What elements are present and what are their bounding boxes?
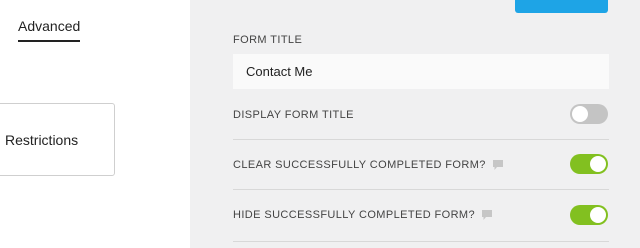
divider xyxy=(233,241,609,242)
divider xyxy=(233,139,609,140)
speech-bubble-icon[interactable] xyxy=(492,160,503,170)
divider xyxy=(233,189,609,190)
tab-advanced[interactable]: Advanced xyxy=(18,18,81,42)
hide-completed-form-text: HIDE SUCCESSFULLY COMPLETED FORM? xyxy=(233,209,476,221)
restrictions-button[interactable]: Restrictions xyxy=(0,103,115,176)
settings-panel: FORM TITLE DISPLAY FORM TITLE CLEAR SUCC… xyxy=(190,0,640,248)
restrictions-label: Restrictions xyxy=(5,131,79,148)
clear-completed-form-text: CLEAR SUCCESSFULLY COMPLETED FORM? xyxy=(233,159,486,171)
speech-bubble-icon[interactable] xyxy=(482,210,493,220)
clear-completed-form-toggle[interactable] xyxy=(570,154,608,174)
hide-completed-form-label: HIDE SUCCESSFULLY COMPLETED FORM? xyxy=(233,209,493,221)
clear-completed-form-label: CLEAR SUCCESSFULLY COMPLETED FORM? xyxy=(233,159,503,171)
toggle-knob xyxy=(590,156,606,172)
display-form-title-text: DISPLAY FORM TITLE xyxy=(233,109,354,121)
display-form-title-label: DISPLAY FORM TITLE xyxy=(233,109,354,121)
display-form-title-toggle[interactable] xyxy=(570,104,608,124)
form-title-label: FORM TITLE xyxy=(233,34,303,46)
toggle-knob xyxy=(572,106,588,122)
hide-completed-form-toggle[interactable] xyxy=(570,205,608,225)
primary-action-button[interactable] xyxy=(515,0,608,13)
form-title-input[interactable] xyxy=(233,54,609,89)
settings-nav-pane: Advanced Restrictions xyxy=(0,0,190,248)
toggle-knob xyxy=(590,207,606,223)
